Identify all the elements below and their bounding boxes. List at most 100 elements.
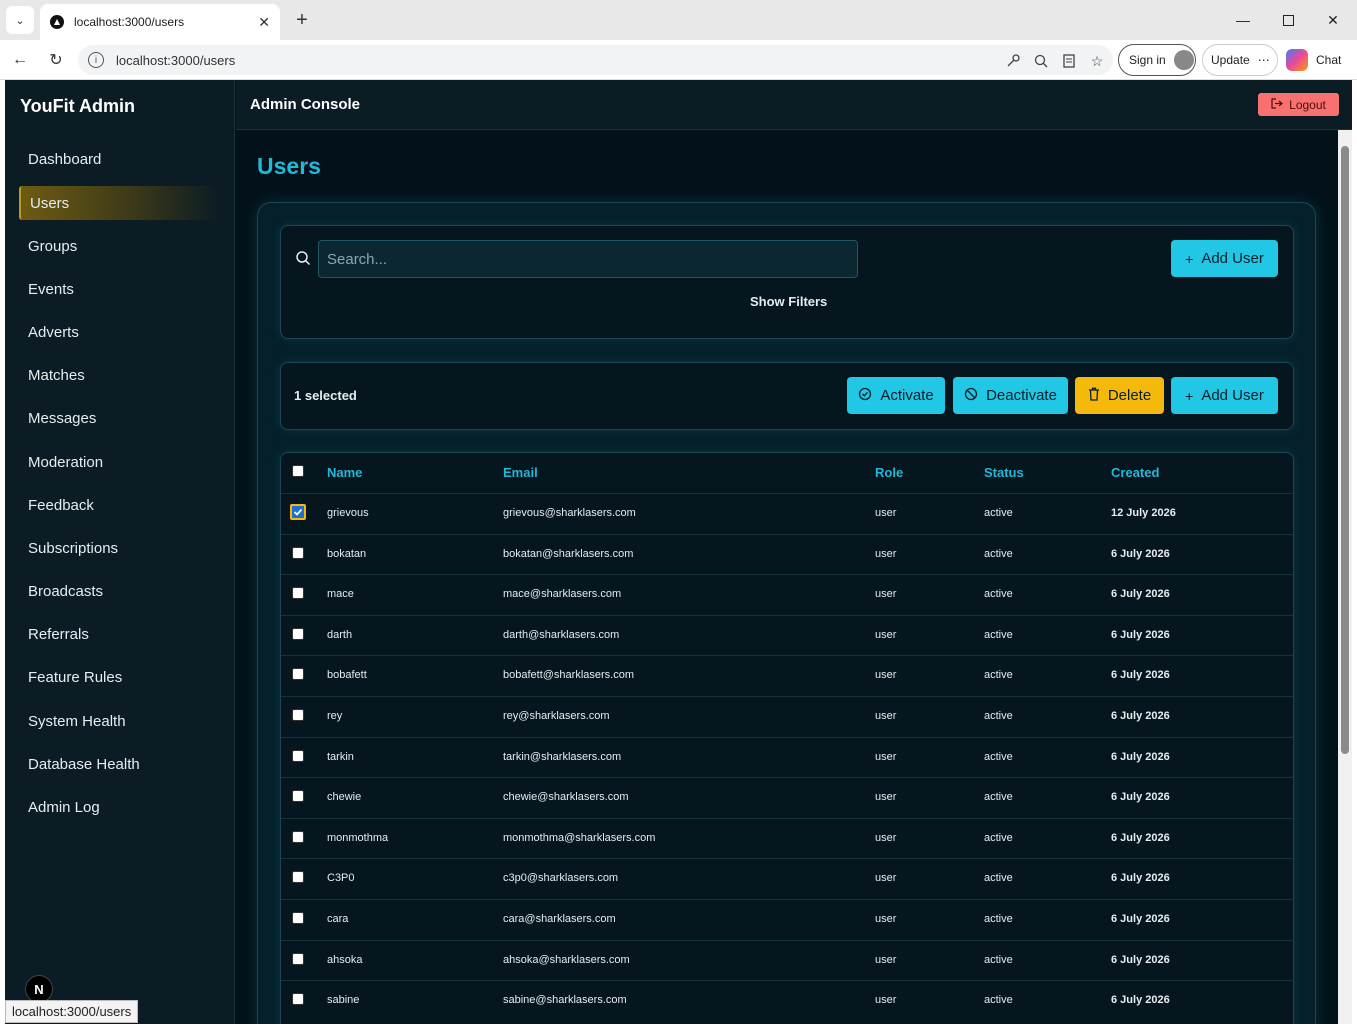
chat-button[interactable]: Chat: [1286, 48, 1341, 72]
cell-email: ahsoka@sharklasers.com: [503, 954, 630, 966]
app-viewport: YouFit Admin Dashboard Users Groups Events A…: [5, 80, 1352, 1024]
cell-created: 6 July 2026: [1111, 954, 1170, 966]
select-all-checkbox[interactable]: [292, 465, 304, 477]
show-filters-button[interactable]: Show Filters: [750, 294, 827, 309]
info-icon[interactable]: i: [88, 52, 104, 68]
scrollbar-thumb[interactable]: [1341, 146, 1349, 754]
deactivate-label: Deactivate: [986, 387, 1057, 404]
sign-in-button[interactable]: Sign in: [1118, 44, 1196, 76]
sidebar-item-feature-rules[interactable]: Feature Rules: [19, 660, 219, 694]
reload-icon[interactable]: ↻: [44, 48, 68, 72]
address-bar[interactable]: i localhost:3000/users: [78, 45, 1113, 75]
sidebar-item-groups[interactable]: Groups: [19, 229, 219, 263]
deactivate-button[interactable]: Deactivate: [953, 377, 1068, 414]
activate-button[interactable]: Activate: [847, 377, 945, 414]
sidebar-item-events[interactable]: Events: [19, 272, 219, 306]
tab-list-button[interactable]: ⌄: [6, 6, 34, 34]
row-checkbox[interactable]: [292, 912, 304, 924]
sidebar-item-matches[interactable]: Matches: [19, 358, 219, 392]
check-circle-icon: [858, 387, 872, 404]
row-checkbox[interactable]: [292, 709, 304, 721]
sidebar-item-referrals[interactable]: Referrals: [19, 617, 219, 651]
cell-status: active: [984, 954, 1013, 966]
nextjs-badge[interactable]: N: [25, 975, 53, 1003]
top-header: Admin Console Logout: [236, 80, 1352, 130]
column-header-email[interactable]: Email: [503, 465, 538, 480]
zoom-icon[interactable]: [1032, 52, 1050, 70]
cell-role: user: [875, 994, 897, 1006]
column-header-created[interactable]: Created: [1111, 465, 1159, 480]
logout-button[interactable]: Logout: [1258, 93, 1339, 116]
add-user-button-bulk[interactable]: + Add User: [1171, 377, 1278, 414]
sidebar-item-system-health[interactable]: System Health: [19, 704, 219, 738]
row-checkbox[interactable]: [292, 953, 304, 965]
cell-status: active: [984, 913, 1013, 925]
cell-role: user: [875, 751, 897, 763]
search-input[interactable]: [318, 240, 858, 278]
favicon-icon: [50, 15, 64, 29]
cell-status: active: [984, 588, 1013, 600]
key-icon[interactable]: [1004, 52, 1022, 70]
sidebar-item-broadcasts[interactable]: Broadcasts: [19, 574, 219, 608]
row-checkbox[interactable]: [292, 668, 304, 680]
cell-name: rey: [327, 710, 343, 722]
browser-tab[interactable]: localhost:3000/users ✕: [40, 4, 280, 40]
tab-title: localhost:3000/users: [74, 15, 185, 29]
row-checkbox[interactable]: [292, 871, 304, 883]
cell-created: 6 July 2026: [1111, 588, 1170, 600]
sidebar-item-feedback[interactable]: Feedback: [19, 488, 219, 522]
minimize-icon[interactable]: —: [1228, 8, 1258, 32]
row-checkbox[interactable]: [292, 790, 304, 802]
cell-status: active: [984, 669, 1013, 681]
cell-role: user: [875, 548, 897, 560]
row-checkbox[interactable]: [292, 750, 304, 762]
reading-mode-icon[interactable]: [1060, 52, 1078, 70]
cell-status: active: [984, 994, 1013, 1006]
cell-email: rey@sharklasers.com: [503, 710, 610, 722]
cell-role: user: [875, 507, 897, 519]
address-url: localhost:3000/users: [116, 52, 236, 68]
cell-created: 6 July 2026: [1111, 791, 1170, 803]
column-header-status[interactable]: Status: [984, 465, 1024, 480]
window-close-icon[interactable]: ✕: [1318, 8, 1348, 32]
sidebar-item-admin-log[interactable]: Admin Log: [19, 790, 219, 824]
plus-icon: +: [1185, 387, 1194, 404]
cell-email: chewie@sharklasers.com: [503, 791, 629, 803]
cell-created: 12 July 2026: [1111, 507, 1176, 519]
sidebar-item-adverts[interactable]: Adverts: [19, 315, 219, 349]
close-tab-icon[interactable]: ✕: [258, 14, 270, 31]
cell-created: 6 July 2026: [1111, 548, 1170, 560]
back-arrow-icon[interactable]: ←: [8, 48, 32, 72]
column-header-role[interactable]: Role: [875, 465, 903, 480]
row-checkbox[interactable]: [292, 993, 304, 1005]
row-checkbox[interactable]: [292, 831, 304, 843]
maximize-icon[interactable]: [1273, 8, 1303, 32]
row-checkbox[interactable]: [290, 504, 306, 520]
sidebar-item-users[interactable]: Users: [19, 186, 219, 220]
row-checkbox[interactable]: [292, 628, 304, 640]
sidebar-item-moderation[interactable]: Moderation: [19, 445, 219, 479]
sidebar-item-messages[interactable]: Messages: [19, 401, 219, 435]
add-user-button[interactable]: + Add User: [1171, 240, 1278, 277]
update-button[interactable]: Update ⋯: [1202, 44, 1278, 76]
sidebar-item-database-health[interactable]: Database Health: [19, 747, 219, 781]
new-tab-button[interactable]: +: [290, 8, 314, 32]
cell-email: sabine@sharklasers.com: [503, 994, 627, 1006]
cell-created: 6 July 2026: [1111, 913, 1170, 925]
favorite-star-icon[interactable]: ☆: [1088, 52, 1106, 70]
browser-tabbar: ⌄ localhost:3000/users ✕ + — ✕: [0, 0, 1357, 40]
copilot-icon: [1286, 49, 1308, 71]
delete-label: Delete: [1107, 387, 1152, 404]
cell-email: grievous@sharklasers.com: [503, 507, 636, 519]
sidebar: YouFit Admin Dashboard Users Groups Events A…: [5, 80, 235, 1024]
add-user-label: Add User: [1201, 387, 1264, 404]
cell-name: mace: [327, 588, 354, 600]
chat-label: Chat: [1316, 53, 1342, 67]
sidebar-item-subscriptions[interactable]: Subscriptions: [19, 531, 219, 565]
sidebar-item-dashboard[interactable]: Dashboard: [19, 142, 219, 176]
row-checkbox[interactable]: [292, 547, 304, 559]
cell-role: user: [875, 954, 897, 966]
row-checkbox[interactable]: [292, 587, 304, 599]
delete-button[interactable]: Delete: [1075, 377, 1164, 414]
column-header-name[interactable]: Name: [327, 465, 362, 480]
